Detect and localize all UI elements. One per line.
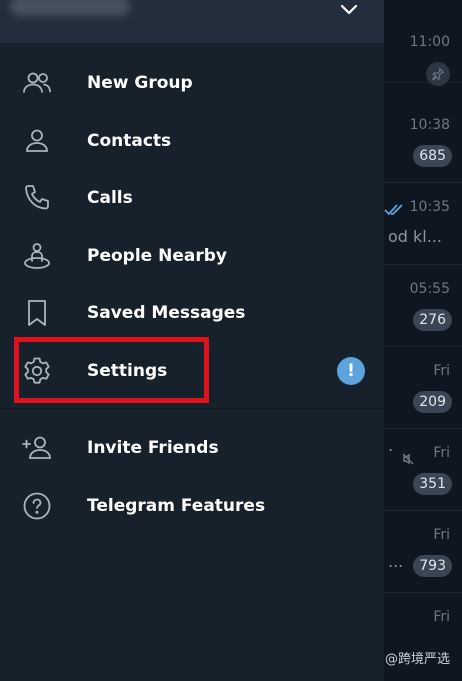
chat-row[interactable]: . Fri 351: [384, 428, 462, 511]
menu-item-people-nearby[interactable]: People Nearby: [0, 227, 384, 285]
muted-icon: [402, 450, 414, 469]
unread-badge: 209: [413, 391, 452, 413]
chat-snippet: od kl...: [388, 227, 442, 246]
menu-item-calls[interactable]: Calls: [0, 169, 384, 227]
menu-item-telegram-features[interactable]: Telegram Features: [0, 477, 384, 535]
phone-icon: [22, 183, 52, 213]
account-name-blurred: [10, 0, 130, 16]
chat-time: Fri: [433, 527, 450, 543]
menu-item-label: Contacts: [87, 131, 172, 151]
menu-item-label: New Group: [87, 73, 193, 93]
chat-time: 10:35: [409, 199, 450, 215]
unread-badge: 793: [413, 555, 452, 577]
chat-snippet: .: [388, 436, 394, 455]
menu-item-label: Calls: [87, 188, 133, 208]
drawer-header: [0, 0, 384, 43]
navigation-drawer: New Group Contacts Calls People Nearby S…: [0, 0, 384, 681]
double-check-icon: [384, 201, 404, 220]
chat-row[interactable]: 11:00: [384, 0, 462, 86]
menu-divider: [0, 408, 384, 409]
chat-row[interactable]: Fri 209: [384, 346, 462, 429]
unread-badge: 351: [413, 473, 452, 495]
chat-snippet: ...: [388, 552, 404, 571]
unread-badge: 276: [413, 309, 452, 331]
menu-item-label: Telegram Features: [87, 496, 266, 516]
chat-time: Fri: [433, 609, 450, 625]
alert-badge: !: [337, 357, 365, 385]
add-person-icon: [22, 433, 52, 463]
question-icon: [22, 491, 52, 521]
person-icon: [22, 126, 52, 156]
unread-badge: 685: [413, 145, 452, 167]
chat-time: Fri: [433, 363, 450, 379]
chat-time: 11:00: [409, 34, 450, 50]
chat-time: 10:38: [409, 117, 450, 133]
chat-list: 11:00 10:38 685 10:35 od kl... 05:55 276…: [355, 0, 462, 681]
menu-item-saved-messages[interactable]: Saved Messages: [0, 284, 384, 342]
menu-item-invite-friends[interactable]: Invite Friends: [0, 419, 384, 477]
people-icon: [22, 68, 52, 98]
chat-row[interactable]: 10:38 685: [384, 100, 462, 183]
chat-time: 05:55: [409, 281, 450, 297]
menu-item-contacts[interactable]: Contacts: [0, 112, 384, 170]
people-nearby-icon: [22, 241, 52, 271]
bookmark-icon: [22, 298, 52, 328]
chevron-down-icon[interactable]: [335, 0, 363, 20]
menu-item-label: People Nearby: [87, 246, 227, 266]
pin-icon: [426, 62, 450, 86]
chat-row[interactable]: Fri ... 793: [384, 510, 462, 593]
chat-time: Fri: [433, 445, 450, 461]
highlight-annotation-box: [14, 337, 209, 403]
menu-item-label: Saved Messages: [87, 303, 246, 323]
chat-row[interactable]: 05:55 276: [384, 264, 462, 347]
menu-item-new-group[interactable]: New Group: [0, 54, 384, 112]
menu-item-label: Invite Friends: [87, 438, 219, 458]
chat-row[interactable]: 10:35 od kl...: [384, 182, 462, 265]
